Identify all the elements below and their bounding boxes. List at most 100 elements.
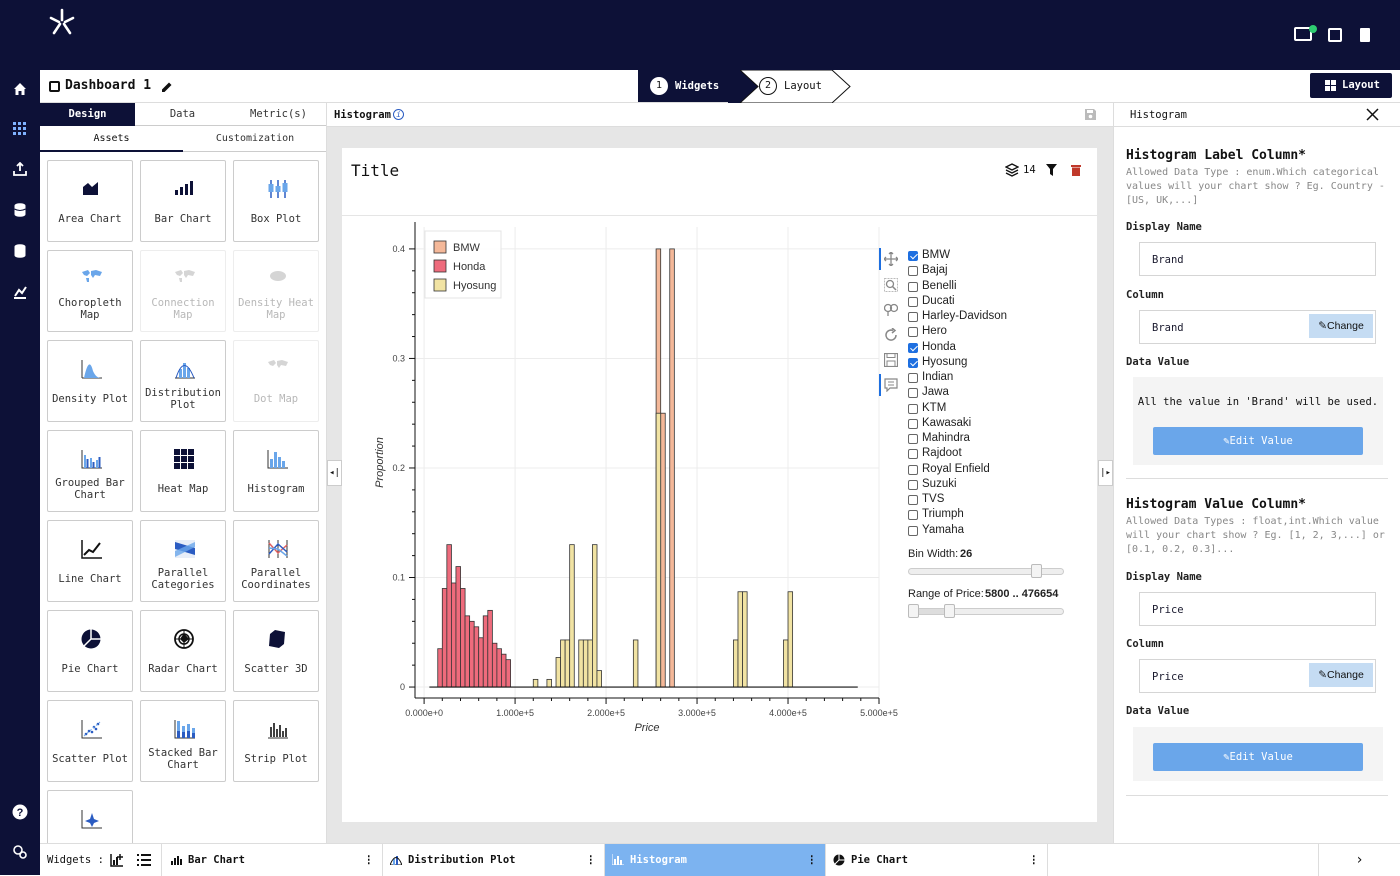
price-range-slider-thumb-min[interactable] bbox=[908, 604, 919, 618]
tile-strip-plot[interactable]: Strip Plot bbox=[233, 700, 319, 782]
brand-checkbox[interactable] bbox=[908, 251, 918, 261]
edit-title-icon[interactable] bbox=[161, 81, 173, 93]
help-icon[interactable]: ? bbox=[10, 804, 30, 824]
tile-density-heat-map[interactable]: Density Heat Map bbox=[233, 250, 319, 332]
kebab-menu-icon[interactable]: ⋮ bbox=[364, 844, 375, 876]
tab-data[interactable]: Data bbox=[135, 103, 230, 126]
tile-line-chart[interactable]: Line Chart bbox=[47, 520, 133, 602]
hover-tool-icon[interactable] bbox=[884, 378, 898, 392]
subtab-customization[interactable]: Customization bbox=[183, 126, 326, 152]
brand-checkbox[interactable] bbox=[908, 357, 918, 368]
wheel-zoom-tool-icon[interactable] bbox=[884, 303, 898, 317]
brand-checkbox[interactable] bbox=[908, 434, 918, 444]
brand-checkbox[interactable] bbox=[908, 388, 918, 399]
brand-label: Royal Enfield bbox=[922, 462, 990, 475]
tile-connection-map[interactable]: Connection Map bbox=[140, 250, 226, 332]
tile-parallel-coordinates[interactable]: Parallel Coordinates bbox=[233, 520, 319, 602]
kebab-menu-icon[interactable]: ⋮ bbox=[807, 844, 818, 876]
widget-tab-distribution-plot[interactable]: Distribution Plot ⋮ bbox=[383, 844, 605, 876]
label-display-name-input[interactable]: Brand bbox=[1139, 242, 1376, 276]
brand-checkbox[interactable] bbox=[908, 373, 918, 383]
brand-checkbox[interactable] bbox=[908, 479, 918, 490]
brand-checkbox[interactable] bbox=[908, 403, 918, 414]
label-edit-value-button[interactable]: ✎Edit Value bbox=[1153, 427, 1363, 455]
value-display-name-input[interactable]: Price bbox=[1139, 592, 1376, 626]
analytics-icon[interactable] bbox=[10, 285, 30, 305]
x-axis-label: Price bbox=[634, 722, 659, 734]
tile-parallel-categories[interactable]: Parallel Categories bbox=[140, 520, 226, 602]
tile-distribution-plot[interactable]: Distribution Plot bbox=[140, 340, 226, 422]
app-logo[interactable] bbox=[44, 6, 80, 38]
tile-pie-chart[interactable]: Pie Chart bbox=[47, 610, 133, 692]
filter-icon[interactable] bbox=[1046, 164, 1057, 176]
home-icon[interactable] bbox=[10, 81, 30, 101]
layers-icon[interactable] bbox=[1005, 163, 1019, 177]
tile-bar-chart[interactable]: Bar Chart bbox=[140, 160, 226, 242]
close-icon[interactable] bbox=[1366, 108, 1379, 121]
tile-area-chart[interactable]: Area Chart bbox=[47, 160, 133, 242]
subtab-assets[interactable]: Assets bbox=[40, 126, 183, 152]
info-icon[interactable]: i bbox=[393, 109, 404, 120]
settings-icon[interactable] bbox=[10, 844, 30, 864]
logout-icon[interactable] bbox=[1360, 28, 1370, 42]
brand-checkbox[interactable] bbox=[908, 495, 918, 505]
brand-checkbox[interactable] bbox=[908, 312, 918, 322]
price-range-slider-thumb-max[interactable] bbox=[944, 604, 956, 618]
storage-icon[interactable] bbox=[10, 244, 30, 264]
brand-checkbox[interactable] bbox=[908, 327, 918, 338]
tile-choropleth-map[interactable]: Choropleth Map bbox=[47, 250, 133, 332]
tile-heat-map[interactable]: Heat Map bbox=[140, 430, 226, 512]
label-column-change-button[interactable]: ✎Change bbox=[1309, 314, 1373, 338]
legend-label: Hyosung bbox=[453, 280, 496, 292]
tile-box-plot[interactable]: Box Plot bbox=[233, 160, 319, 242]
tile-more[interactable] bbox=[47, 790, 133, 843]
brand-checkbox[interactable] bbox=[908, 266, 918, 277]
bin-width-slider-thumb[interactable] bbox=[1031, 564, 1043, 578]
tile-histogram[interactable]: Histogram bbox=[233, 430, 319, 512]
layout-button[interactable]: Layout bbox=[1310, 73, 1392, 98]
tile-label: Area Chart bbox=[58, 213, 122, 225]
value-column-help: Allowed Data Types : float,int.Which val… bbox=[1126, 516, 1385, 555]
bar-chart-icon bbox=[175, 181, 193, 195]
tile-density-plot[interactable]: Density Plot bbox=[47, 340, 133, 422]
brand-checkbox[interactable] bbox=[908, 525, 918, 536]
tile-stacked-bar-chart[interactable]: Stacked Bar Chart bbox=[140, 700, 226, 782]
widget-tab-pie-chart[interactable]: Pie Chart ⋮ bbox=[826, 844, 1048, 876]
reset-tool-icon[interactable] bbox=[884, 328, 898, 342]
widget-bar-next[interactable]: › bbox=[1318, 844, 1400, 876]
database-icon[interactable] bbox=[10, 203, 30, 223]
brand-checkbox[interactable] bbox=[908, 296, 918, 307]
brand-checkbox[interactable] bbox=[908, 510, 918, 521]
brand-checkbox[interactable] bbox=[908, 342, 918, 353]
kebab-menu-icon[interactable]: ⋮ bbox=[586, 844, 597, 876]
brand-checkbox[interactable] bbox=[908, 418, 918, 429]
save-icon[interactable] bbox=[1084, 108, 1097, 121]
tile-scatter-3d[interactable]: Scatter 3D bbox=[233, 610, 319, 692]
collapse-left-handle[interactable]: ◂| bbox=[327, 460, 342, 486]
brand-checkbox[interactable] bbox=[908, 281, 918, 292]
tile-dot-map[interactable]: Dot Map bbox=[233, 340, 319, 422]
widget-tab-histogram[interactable]: Histogram ⋮ bbox=[605, 844, 826, 876]
collapse-right-handle[interactable]: |▸ bbox=[1098, 460, 1113, 486]
delete-icon[interactable] bbox=[1071, 164, 1081, 176]
brand-checkbox[interactable] bbox=[908, 449, 918, 460]
value-column-change-button[interactable]: ✎Change bbox=[1309, 663, 1373, 687]
value-edit-value-button[interactable]: ✎Edit Value bbox=[1153, 743, 1363, 771]
kebab-menu-icon[interactable]: ⋮ bbox=[1029, 844, 1040, 876]
widgets-grid-icon[interactable] bbox=[10, 122, 30, 142]
column-label: Column bbox=[1126, 638, 1164, 650]
save-tool-icon[interactable] bbox=[884, 353, 898, 367]
widget-tab-bar-chart[interactable]: Bar Chart ⋮ bbox=[161, 844, 383, 876]
tile-scatter-plot[interactable]: Scatter Plot bbox=[47, 700, 133, 782]
brand-checkbox[interactable] bbox=[908, 464, 918, 475]
upload-data-icon[interactable] bbox=[10, 161, 30, 182]
tab-metrics[interactable]: Metric(s) bbox=[230, 103, 326, 126]
tile-radar-chart[interactable]: Radar Chart bbox=[140, 610, 226, 692]
list-view-icon[interactable] bbox=[137, 854, 151, 866]
pan-tool-icon[interactable] bbox=[884, 252, 898, 266]
tile-grouped-bar-chart[interactable]: Grouped Bar Chart bbox=[47, 430, 133, 512]
user-frame-icon[interactable] bbox=[1328, 28, 1342, 42]
box-zoom-tool-icon[interactable] bbox=[884, 278, 898, 292]
tab-design[interactable]: Design bbox=[40, 103, 135, 126]
add-widget-icon[interactable] bbox=[110, 853, 124, 867]
